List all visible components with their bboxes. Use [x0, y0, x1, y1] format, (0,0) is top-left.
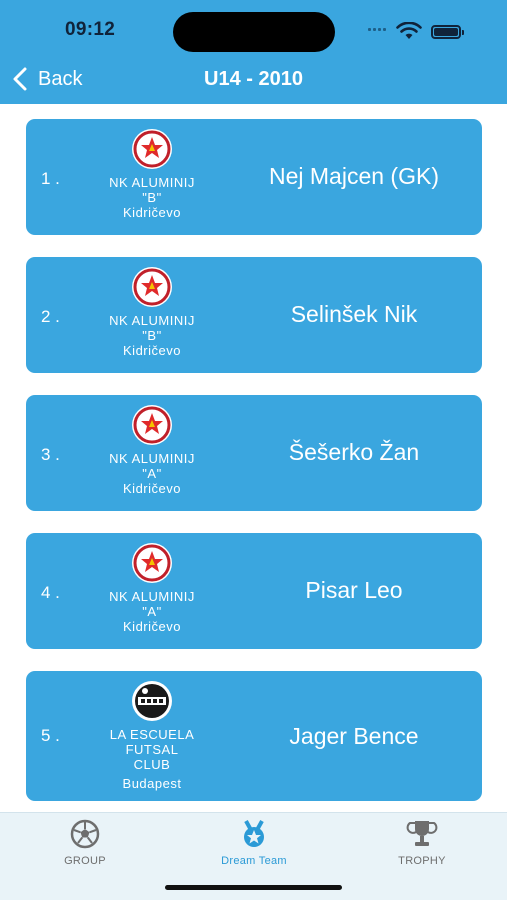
club-logo-icon [132, 129, 172, 169]
player-name: Pisar Leo [305, 577, 403, 603]
battery-icon [431, 25, 464, 39]
club-logo-icon [132, 405, 172, 445]
rank-number: 5 . [41, 726, 60, 745]
player-card[interactable]: 3 . NK ALUMINIJ "A" Kidričevo Šešerko Ža… [26, 395, 482, 511]
club-city: Kidričevo [123, 481, 181, 496]
rank-number: 4 . [41, 583, 60, 602]
dynamic-island [173, 12, 335, 52]
tab-trophy[interactable]: TROPHY [357, 819, 487, 867]
tab-label: Dream Team [221, 855, 287, 867]
rank-number: 1 . [41, 169, 60, 188]
player-name: Šešerko Žan [288, 439, 420, 465]
player-card[interactable]: 5 . LA ESCUELA FUTSAL CLUB Budapest Jage… [26, 671, 482, 801]
club-city: Kidričevo [123, 619, 181, 634]
rank-number: 3 . [41, 445, 60, 464]
player-name: Jager Bence [289, 723, 419, 749]
club-logo-icon [132, 267, 172, 307]
club-city: Kidričevo [123, 343, 181, 358]
tab-group[interactable]: GROUP [20, 819, 150, 867]
tab-dream-team[interactable]: Dream Team [189, 819, 319, 867]
club-name: NK ALUMINIJ "B" Kidričevo [94, 175, 210, 220]
club-logo-icon [132, 681, 172, 721]
status-time: 09:12 [65, 19, 116, 40]
club-name: NK ALUMINIJ "B" Kidričevo [94, 313, 210, 358]
medal-star-icon [244, 820, 264, 847]
club-name: NK ALUMINIJ "A" Kidričevo [94, 451, 210, 496]
wifi-icon [396, 22, 422, 39]
trophy-icon [406, 821, 438, 846]
club-name: NK ALUMINIJ "A" Kidričevo [94, 589, 210, 634]
rank-number: 2 . [41, 307, 60, 326]
club-logo-icon [132, 543, 172, 583]
page-title: U14 - 2010 [204, 68, 303, 90]
tab-label: GROUP [64, 855, 106, 867]
player-name: Nej Majcen (GK) [269, 163, 439, 189]
player-card[interactable]: 1 . NK ALUMINIJ "B" Kidričevo Nej Majcen… [26, 119, 482, 235]
cellular-signal-icon [368, 28, 386, 31]
soccer-ball-icon [70, 819, 100, 849]
tab-label: TROPHY [398, 855, 446, 867]
player-card[interactable]: 4 . NK ALUMINIJ "A" Kidričevo Pisar Leo [26, 533, 482, 649]
club-name: LA ESCUELA FUTSAL CLUB Budapest [94, 727, 210, 791]
player-name: Selinšek Nik [290, 301, 418, 327]
header-bar: 09:12 Back U14 - 2010 [0, 0, 507, 104]
club-city: Kidričevo [123, 205, 181, 220]
dream-team-list[interactable]: 1 . NK ALUMINIJ "B" Kidričevo Nej Majcen… [0, 104, 507, 812]
home-indicator[interactable] [165, 885, 342, 890]
club-city: Budapest [122, 776, 182, 791]
player-card[interactable]: 2 . NK ALUMINIJ "B" Kidričevo Selinšek N… [26, 257, 482, 373]
